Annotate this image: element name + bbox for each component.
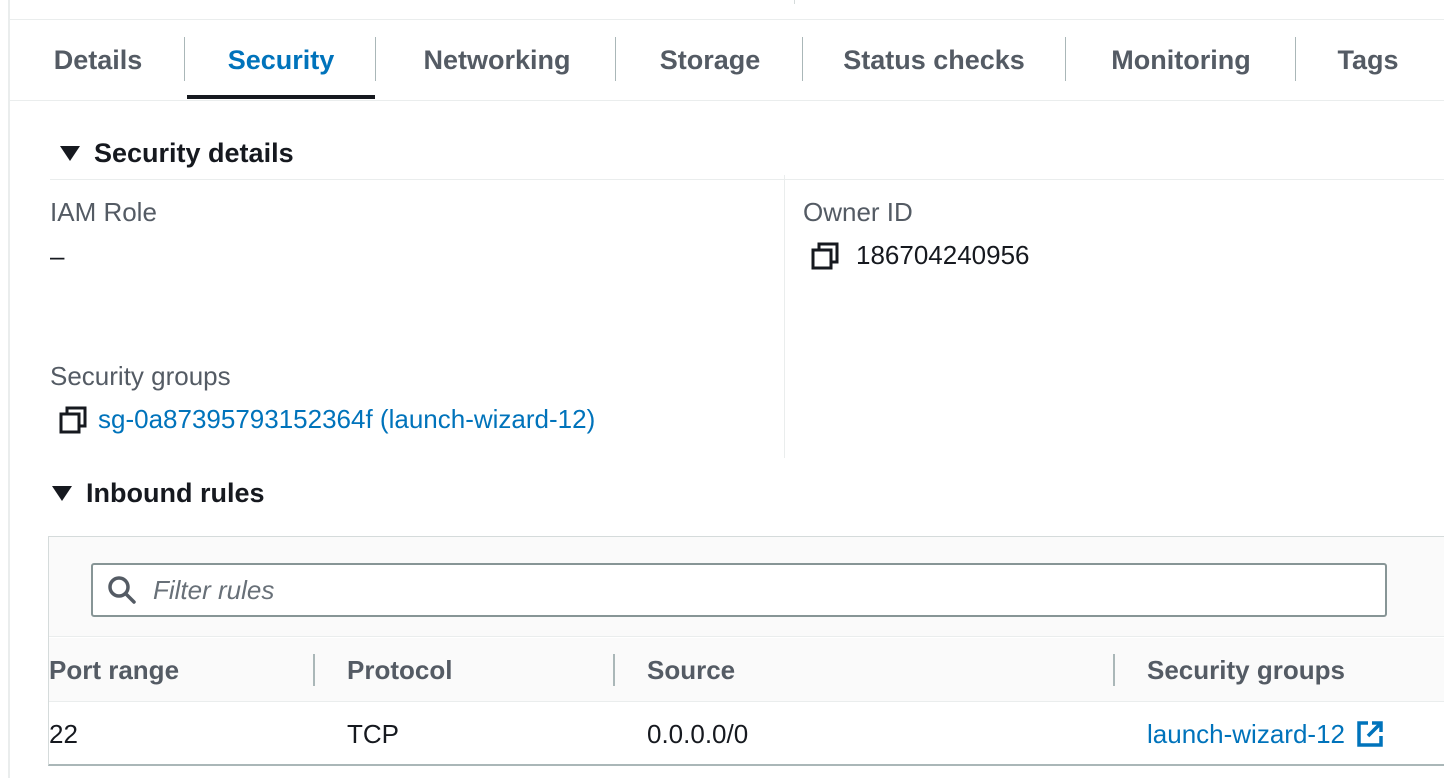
column-header-port-range[interactable]: Port range (49, 638, 179, 702)
security-groups-label: Security groups (50, 361, 231, 391)
tab-separator (1065, 37, 1066, 81)
column-divider (784, 175, 785, 458)
caret-down-icon (52, 486, 72, 501)
security-details-title: Security details (94, 138, 294, 168)
column-header-security-groups[interactable]: Security groups (1147, 638, 1345, 702)
iam-role-label: IAM Role (50, 197, 157, 227)
inbound-rules-header[interactable]: Inbound rules (52, 478, 265, 509)
table-header-row: Port range Protocol Source Security grou… (49, 638, 1444, 702)
column-resizer[interactable] (313, 654, 315, 686)
table-row: 22 TCP 0.0.0.0/0 launch-wizard-12 (49, 703, 1444, 765)
top-strip (10, 0, 1444, 20)
cell-port-range: 22 (49, 718, 78, 749)
column-resizer[interactable] (613, 654, 615, 686)
cell-protocol: TCP (347, 718, 399, 749)
tab-separator (615, 37, 616, 81)
tab-bar: Details Security Networking Storage Stat… (10, 20, 1444, 101)
column-header-protocol[interactable]: Protocol (347, 638, 452, 702)
iam-role-value: – (50, 241, 65, 271)
security-groups-value: sg-0a87395793152364f (launch-wizard-12) (58, 404, 595, 435)
security-details-header[interactable]: Security details (60, 138, 294, 169)
inbound-rules-table: Port range Protocol Source Security grou… (48, 536, 1444, 766)
left-rail-divider (8, 0, 10, 778)
tab-security[interactable]: Security (187, 20, 375, 101)
tab-status-checks[interactable]: Status checks (842, 20, 1026, 101)
column-header-source[interactable]: Source (647, 638, 735, 702)
cell-source: 0.0.0.0/0 (647, 718, 749, 749)
tab-separator (1295, 37, 1296, 81)
owner-id-value: 186704240956 (810, 240, 1030, 271)
instance-detail-panel: Details Security Networking Storage Stat… (0, 0, 1444, 778)
tab-details[interactable]: Details (50, 20, 146, 101)
tab-monitoring[interactable]: Monitoring (1105, 20, 1257, 101)
owner-id-text: 186704240956 (856, 240, 1030, 270)
tab-separator (375, 37, 376, 81)
inbound-rules-title: Inbound rules (86, 478, 265, 508)
filter-bar (49, 537, 1444, 637)
cell-security-groups-link[interactable]: launch-wizard-12 (1147, 703, 1385, 765)
column-resizer[interactable] (1113, 654, 1115, 686)
section-divider (50, 179, 1444, 180)
filter-rules-field[interactable] (91, 563, 1387, 617)
copy-icon[interactable] (58, 405, 88, 435)
caret-down-icon (60, 146, 80, 161)
owner-id-label: Owner ID (803, 197, 913, 227)
tab-separator (184, 37, 185, 81)
search-icon (108, 576, 136, 604)
tab-separator (802, 37, 803, 81)
tab-tags[interactable]: Tags (1335, 20, 1401, 101)
external-link-icon[interactable] (1355, 719, 1385, 749)
tab-networking[interactable]: Networking (415, 20, 579, 101)
top-divider-tick (794, 0, 795, 4)
security-group-name[interactable]: launch-wizard-12 (1147, 719, 1345, 750)
copy-icon[interactable] (810, 241, 840, 271)
filter-rules-input[interactable] (153, 574, 1353, 606)
tab-storage[interactable]: Storage (655, 20, 765, 101)
security-group-link[interactable]: sg-0a87395793152364f (launch-wizard-12) (98, 404, 595, 435)
